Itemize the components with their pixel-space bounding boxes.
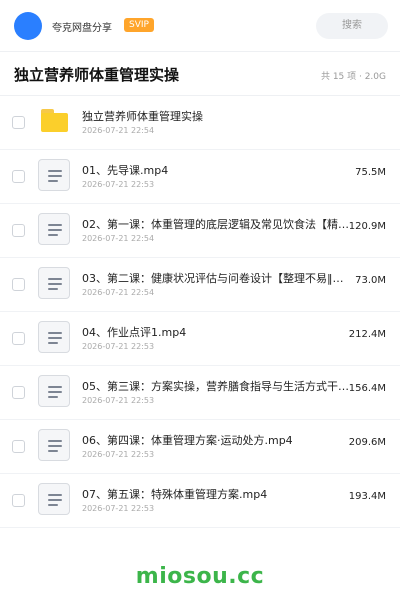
list-item[interactable]: 01、先导课.mp4 2026-07-21 22:53 75.5M	[0, 150, 400, 204]
select-checkbox[interactable]	[12, 440, 25, 453]
select-checkbox[interactable]	[12, 494, 25, 507]
file-name: 02、第一课：体重管理的底层逻辑及常见饮食法【精挑细选	[82, 218, 352, 231]
folder-summary: 共 15 项 · 2.0G	[320, 72, 386, 82]
file-size: 156.4M	[348, 383, 386, 394]
video-file-icon	[38, 483, 70, 515]
file-name: 03、第二课：健康状况评估与问卷设计【整理不易‖记得点赞】	[82, 272, 352, 285]
file-date: 2026-07-21 22:53	[82, 450, 155, 459]
svip-badge: SVIP	[124, 18, 154, 32]
file-name: 05、第三课：方案实操，营养膳食指导与生活方式干预.mp4	[82, 380, 352, 393]
select-checkbox[interactable]	[12, 116, 25, 129]
list-item[interactable]: 04、作业点评1.mp4 2026-07-21 22:53 212.4M	[0, 312, 400, 366]
file-size: 75.5M	[355, 167, 386, 178]
file-date: 2026-07-21 22:54	[82, 288, 155, 297]
list-item[interactable]: 05、第三课：方案实操，营养膳食指导与生活方式干预.mp4 2026-07-21…	[0, 366, 400, 420]
file-date: 2026-07-21 22:53	[82, 504, 155, 513]
video-file-icon	[38, 321, 70, 353]
video-file-icon	[38, 159, 70, 191]
file-size: 212.4M	[348, 329, 386, 340]
folder-icon	[38, 105, 70, 137]
list-item[interactable]: 07、第五课：特殊体重管理方案.mp4 2026-07-21 22:53 193…	[0, 474, 400, 528]
file-name: 04、作业点评1.mp4	[82, 326, 187, 339]
video-file-icon	[38, 267, 70, 299]
file-name: 06、第四课：体重管理方案·运动处方.mp4	[82, 434, 293, 447]
page-title: 独立营养师体重管理实操	[14, 66, 180, 84]
watermark: miosou.cc	[135, 564, 265, 589]
file-date: 2026-07-21 22:53	[82, 342, 155, 351]
video-file-icon	[38, 213, 70, 245]
file-size: 120.9M	[348, 221, 386, 232]
file-name: 07、第五课：特殊体重管理方案.mp4	[82, 488, 268, 501]
avatar[interactable]	[14, 12, 42, 40]
file-date: 2026-07-21 22:53	[82, 396, 155, 405]
list-item[interactable]: 02、第一课：体重管理的底层逻辑及常见饮食法【精挑细选 2026-07-21 2…	[0, 204, 400, 258]
top-bar: 夸克网盘分享 SVIP 搜索	[0, 0, 400, 52]
select-checkbox[interactable]	[12, 386, 25, 399]
list-item[interactable]: 03、第二课：健康状况评估与问卷设计【整理不易‖记得点赞】 2026-07-21…	[0, 258, 400, 312]
list-item[interactable]: 06、第四课：体重管理方案·运动处方.mp4 2026-07-21 22:53 …	[0, 420, 400, 474]
select-checkbox[interactable]	[12, 278, 25, 291]
file-size: 193.4M	[348, 491, 386, 502]
video-file-icon	[38, 429, 70, 461]
video-file-icon	[38, 375, 70, 407]
file-date: 2026-07-21 22:54	[82, 126, 155, 135]
select-checkbox[interactable]	[12, 224, 25, 237]
search-input[interactable]: 搜索	[316, 13, 388, 39]
list-item[interactable]: 独立营养师体重管理实操 2026-07-21 22:54	[0, 96, 400, 150]
file-size: 209.6M	[348, 437, 386, 448]
file-date: 2026-07-21 22:54	[82, 234, 155, 243]
file-date: 2026-07-21 22:53	[82, 180, 155, 189]
user-name: 夸克网盘分享	[52, 23, 112, 34]
file-name: 独立营养师体重管理实操	[82, 110, 203, 123]
folder-header: 独立营养师体重管理实操 共 15 项 · 2.0G	[0, 52, 400, 96]
file-size: 73.0M	[355, 275, 386, 286]
file-name: 01、先导课.mp4	[82, 164, 169, 177]
select-checkbox[interactable]	[12, 332, 25, 345]
select-checkbox[interactable]	[12, 170, 25, 183]
